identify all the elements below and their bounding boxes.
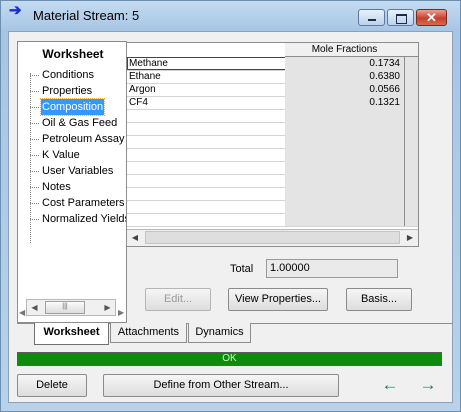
- scroll-thumb[interactable]: |||: [45, 301, 85, 314]
- previous-stream-arrow-icon[interactable]: ←: [378, 375, 402, 395]
- empty-row: [127, 161, 418, 175]
- nav-item-label: Cost Parameters: [42, 197, 125, 209]
- nav-item-label: Properties: [42, 85, 93, 97]
- scroll-right-icon[interactable]: ▶: [100, 300, 115, 315]
- blank-cell: [405, 70, 418, 83]
- total-label: Total: [230, 263, 254, 275]
- close-button[interactable]: ✕: [416, 9, 447, 26]
- component-name-cell[interactable]: Methane: [127, 57, 286, 70]
- nav-item-normalized-yields[interactable]: Normalized Yields: [26, 211, 126, 227]
- scroll-thumb[interactable]: [145, 231, 400, 244]
- title-bar: ➔ Material Stream: 5 ✕: [0, 0, 461, 30]
- column-header-blank: [404, 43, 418, 57]
- scroll-left-icon[interactable]: ◀: [27, 300, 42, 315]
- component-name-cell[interactable]: Ethane: [127, 70, 286, 83]
- nav-item-conditions[interactable]: Conditions: [26, 67, 126, 83]
- empty-row: [127, 135, 418, 149]
- nav-item-oil-gas-feed[interactable]: Oil & Gas Feed: [26, 115, 126, 131]
- nav-item-label: Normalized Yields: [42, 213, 126, 225]
- nav-item-petroleum-assay[interactable]: Petroleum Assay: [26, 131, 126, 147]
- arrow-right-icon: ➔: [9, 2, 22, 19]
- basis-button[interactable]: Basis...: [346, 288, 412, 311]
- component-name-cell[interactable]: CF4: [127, 96, 286, 109]
- close-icon: ✕: [426, 10, 437, 25]
- delete-button[interactable]: Delete: [17, 374, 87, 397]
- client-area: Worksheet Conditions Properties Composit…: [8, 31, 453, 403]
- tab-attachments[interactable]: Attachments: [110, 323, 187, 343]
- mole-fraction-cell[interactable]: 0.1321: [285, 96, 405, 109]
- table-row[interactable]: Methane 0.1734: [127, 57, 418, 71]
- nav-item-label: Composition: [39, 98, 106, 116]
- edit-button[interactable]: Edit...: [145, 288, 211, 311]
- nav-item-cost-parameters[interactable]: Cost Parameters: [26, 195, 126, 211]
- mole-fraction-cell[interactable]: 0.6380: [285, 70, 405, 83]
- component-name-cell[interactable]: Argon: [127, 83, 286, 96]
- nav-item-k-value[interactable]: K Value: [26, 147, 126, 163]
- table-row[interactable]: Argon 0.0566: [127, 83, 418, 97]
- blank-cell: [405, 96, 418, 109]
- empty-row: [127, 122, 418, 136]
- tab-dynamics[interactable]: Dynamics: [188, 323, 251, 343]
- blank-cell: [405, 83, 418, 96]
- nav-item-label: Conditions: [42, 69, 94, 81]
- nav-scroll-left-arrow-icon[interactable]: ◀: [19, 308, 25, 317]
- empty-row: [127, 174, 418, 188]
- empty-row: [127, 213, 418, 227]
- column-header-mole-fractions: Mole Fractions: [285, 43, 405, 57]
- scroll-right-icon[interactable]: ▶: [402, 230, 418, 246]
- nav-item-label: Oil & Gas Feed: [42, 117, 118, 129]
- define-from-other-stream-button[interactable]: Define from Other Stream...: [103, 374, 339, 397]
- empty-row: [127, 148, 418, 162]
- empty-row: [127, 187, 418, 201]
- nav-title: Worksheet: [42, 47, 104, 61]
- composition-grid: Mole Fractions Methane 0.1734 Ethane 0.6…: [126, 42, 419, 247]
- nav-horizontal-scrollbar[interactable]: ◀ ||| ▶: [26, 299, 116, 316]
- nav-item-label: Petroleum Assay: [42, 133, 125, 145]
- table-row[interactable]: CF4 0.1321: [127, 96, 418, 110]
- nav-item-label: K Value: [42, 149, 80, 161]
- empty-row: [127, 200, 418, 214]
- blank-cell: [405, 57, 418, 70]
- next-stream-arrow-icon[interactable]: →: [416, 375, 440, 395]
- tab-strip: Worksheet Attachments Dynamics: [17, 323, 453, 346]
- mole-fraction-cell[interactable]: 0.0566: [285, 83, 405, 96]
- nav-list: Conditions Properties Composition Oil & …: [26, 67, 126, 299]
- mole-fraction-cell[interactable]: 0.1734: [285, 57, 405, 70]
- nav-item-composition[interactable]: Composition: [26, 98, 126, 116]
- maximize-icon: [388, 10, 413, 25]
- status-bar: OK: [17, 352, 442, 366]
- view-properties-button[interactable]: View Properties...: [228, 288, 328, 311]
- tab-worksheet[interactable]: Worksheet: [34, 323, 109, 345]
- nav-item-label: User Variables: [42, 165, 114, 177]
- maximize-button[interactable]: [387, 9, 414, 26]
- worksheet-nav-tree: Worksheet Conditions Properties Composit…: [17, 41, 127, 323]
- window-title: Material Stream: 5: [33, 8, 140, 23]
- nav-scroll-right-arrow-icon[interactable]: ▶: [118, 308, 124, 317]
- minimize-icon: [359, 10, 384, 25]
- nav-item-label: Notes: [42, 181, 71, 193]
- nav-item-properties[interactable]: Properties: [26, 83, 126, 99]
- nav-item-user-variables[interactable]: User Variables: [26, 163, 126, 179]
- grid-horizontal-scrollbar[interactable]: ◀ ▶: [127, 229, 418, 246]
- table-row[interactable]: Ethane 0.6380: [127, 70, 418, 84]
- total-field: 1.00000: [266, 259, 398, 278]
- empty-row: [127, 109, 418, 123]
- minimize-button[interactable]: [358, 9, 385, 26]
- nav-item-notes[interactable]: Notes: [26, 179, 126, 195]
- scroll-left-icon[interactable]: ◀: [127, 230, 143, 246]
